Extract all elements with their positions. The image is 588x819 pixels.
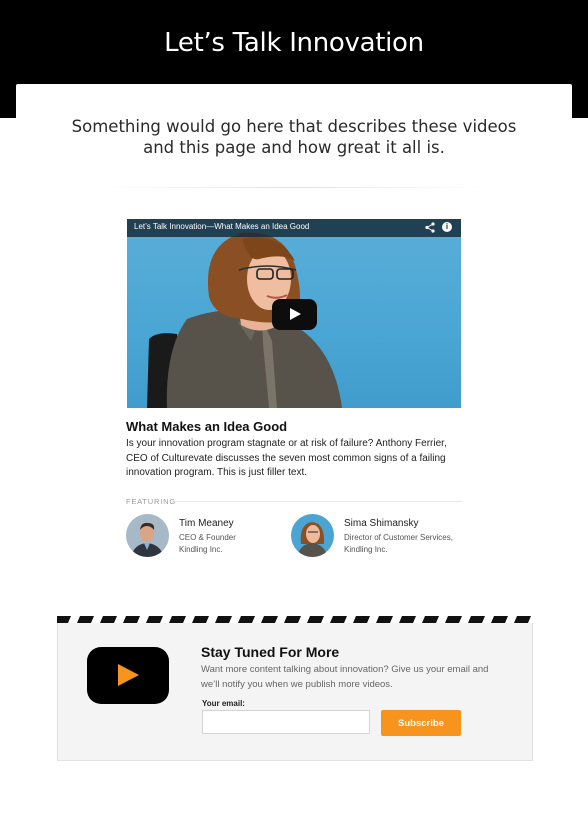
page-intro: Something would go here that describes t… (71, 117, 517, 157)
person-company: Kindling Inc. (179, 545, 223, 554)
person-role-line: CEO & Founder (179, 533, 236, 542)
video-player[interactable]: Let’s Talk Innovation—What Makes an Idea… (127, 219, 461, 408)
play-icon (118, 664, 139, 686)
divider (104, 187, 484, 188)
person-company: Kindling Inc. (344, 545, 388, 554)
avatar (291, 514, 334, 557)
share-icon[interactable] (425, 222, 435, 233)
video-description: Is your innovation program stagnate or a… (126, 438, 447, 478)
page-title: Let’s Talk Innovation (164, 28, 424, 58)
email-field[interactable] (202, 710, 370, 734)
video-player-title: Let’s Talk Innovation—What Makes an Idea… (134, 222, 310, 231)
play-button[interactable] (272, 299, 317, 330)
video-title: What Makes an Idea Good (126, 419, 288, 434)
featuring-divider (174, 501, 462, 502)
person-name: Tim Meaney (179, 518, 234, 529)
person-role: CEO & Founder Kindling Inc. (179, 532, 236, 556)
subscribe-description: Want more content talking about innovati… (201, 664, 489, 690)
avatar (126, 514, 169, 557)
film-strip-border (57, 616, 532, 623)
person-role-line: Director of Customer Services, (344, 533, 453, 542)
person-name: Sima Shimansky (344, 518, 419, 529)
subscribe-button[interactable]: Subscribe (381, 710, 461, 736)
person-role: Director of Customer Services, Kindling I… (344, 532, 453, 556)
video-play-logo-icon (87, 647, 169, 704)
featuring-label: FEATURING (126, 497, 176, 506)
info-icon[interactable]: i (442, 222, 452, 232)
play-icon (290, 308, 301, 320)
subscribe-title: Stay Tuned For More (201, 644, 340, 660)
email-label: Your email: (202, 699, 245, 708)
